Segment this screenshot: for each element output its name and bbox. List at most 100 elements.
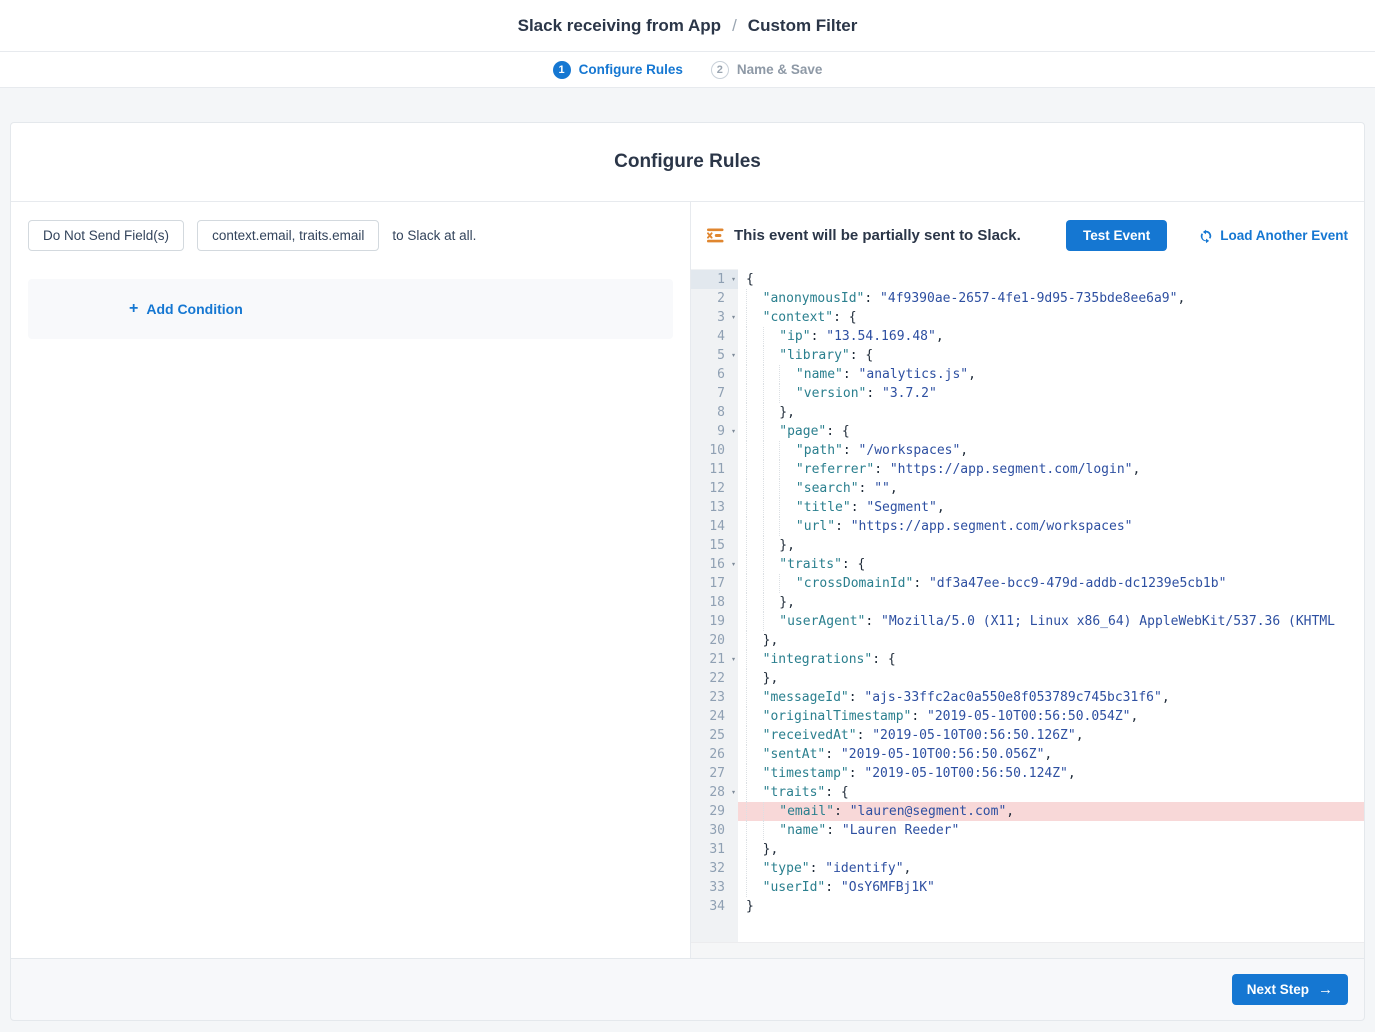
code-line: 6"name": "analytics.js", xyxy=(691,365,1364,384)
gutter-line-number: 12 xyxy=(691,479,738,498)
gutter-line-number: 9▾ xyxy=(691,422,738,441)
code-line: 31}, xyxy=(691,840,1364,859)
arrow-right-icon: → xyxy=(1318,982,1333,997)
code-editor[interactable]: 1▾{2"anonymousId": "4f9390ae-2657-4fe1-9… xyxy=(691,269,1364,959)
code-line: 21▾"integrations": { xyxy=(691,650,1364,669)
code-line: 33"userId": "OsY6MFBj1K" xyxy=(691,878,1364,897)
step-name-and-save[interactable]: 2 Name & Save xyxy=(711,61,823,79)
code-line-text: } xyxy=(738,897,1364,916)
code-line: 10"path": "/workspaces", xyxy=(691,441,1364,460)
code-line-text: "userId": "OsY6MFBj1K" xyxy=(738,878,1364,897)
code-line-text: { xyxy=(738,270,1364,289)
gutter-line-number: 34 xyxy=(691,897,738,916)
code-line-text: "sentAt": "2019-05-10T00:56:50.056Z", xyxy=(738,745,1364,764)
rule-fields-chip[interactable]: context.email, traits.email xyxy=(197,220,379,251)
code-line-text: "title": "Segment", xyxy=(738,498,1364,517)
plus-icon: + xyxy=(129,301,138,317)
code-line-text: }, xyxy=(738,536,1364,555)
rule-action-chip[interactable]: Do Not Send Field(s) xyxy=(28,220,184,251)
code-line: 14"url": "https://app.segment.com/worksp… xyxy=(691,517,1364,536)
fold-arrow-icon[interactable]: ▾ xyxy=(731,782,736,801)
load-another-event-link[interactable]: Load Another Event xyxy=(1199,228,1348,243)
gutter-line-number: 1▾ xyxy=(691,270,738,289)
fold-arrow-icon[interactable]: ▾ xyxy=(731,649,736,668)
code-line-text: }, xyxy=(738,593,1364,612)
code-line: 34} xyxy=(691,897,1364,916)
gutter-line-number: 23 xyxy=(691,688,738,707)
next-step-button[interactable]: Next Step → xyxy=(1232,974,1348,1005)
step-1-badge: 1 xyxy=(553,61,571,79)
code-line-text: "page": { xyxy=(738,422,1364,441)
add-condition-button[interactable]: + Add Condition xyxy=(28,279,673,339)
page-header: Slack receiving from App / Custom Filter xyxy=(0,0,1375,52)
gutter-line-number: 10 xyxy=(691,441,738,460)
event-header: This event will be partially sent to Sla… xyxy=(691,202,1364,269)
gutter-line-number: 8 xyxy=(691,403,738,422)
fold-arrow-icon[interactable]: ▾ xyxy=(731,554,736,573)
code-line: 28▾"traits": { xyxy=(691,783,1364,802)
rule-suffix-text: to Slack at all. xyxy=(392,228,476,243)
fold-arrow-icon[interactable]: ▾ xyxy=(731,345,736,364)
gutter-line-number: 6 xyxy=(691,365,738,384)
code-line: 25"receivedAt": "2019-05-10T00:56:50.126… xyxy=(691,726,1364,745)
gutter-line-number: 24 xyxy=(691,707,738,726)
configure-rules-card: Configure Rules Do Not Send Field(s) con… xyxy=(10,122,1365,958)
fold-arrow-icon[interactable]: ▾ xyxy=(731,421,736,440)
gutter-line-number: 27 xyxy=(691,764,738,783)
gutter-line-number: 13 xyxy=(691,498,738,517)
code-line-text: "search": "", xyxy=(738,479,1364,498)
code-line: 16▾"traits": { xyxy=(691,555,1364,574)
code-line-text: "traits": { xyxy=(738,555,1364,574)
code-line-text: }, xyxy=(738,669,1364,688)
gutter-line-number: 33 xyxy=(691,878,738,897)
code-line-text: "type": "identify", xyxy=(738,859,1364,878)
step-1-label: Configure Rules xyxy=(579,62,683,77)
code-line: 7"version": "3.7.2" xyxy=(691,384,1364,403)
code-line-text: "path": "/workspaces", xyxy=(738,441,1364,460)
rule-builder-panel: Do Not Send Field(s) context.email, trai… xyxy=(11,202,690,959)
code-line: 23"messageId": "ajs-33ffc2ac0a550e8f0537… xyxy=(691,688,1364,707)
gutter-line-number: 3▾ xyxy=(691,308,738,327)
code-line-text: "context": { xyxy=(738,308,1364,327)
code-line: 15}, xyxy=(691,536,1364,555)
code-line-text: "referrer": "https://app.segment.com/log… xyxy=(738,460,1364,479)
code-line-text: "traits": { xyxy=(738,783,1364,802)
code-line-text: "originalTimestamp": "2019-05-10T00:56:5… xyxy=(738,707,1364,726)
breadcrumb-primary: Slack receiving from App xyxy=(518,16,721,36)
code-line-text: }, xyxy=(738,403,1364,422)
code-line-text: "userAgent": "Mozilla/5.0 (X11; Linux x8… xyxy=(738,612,1364,631)
gutter-line-number: 25 xyxy=(691,726,738,745)
code-line: 11"referrer": "https://app.segment.com/l… xyxy=(691,460,1364,479)
gutter-line-number: 2 xyxy=(691,289,738,308)
gutter-line-number: 17 xyxy=(691,574,738,593)
fold-arrow-icon[interactable]: ▾ xyxy=(731,307,736,326)
code-line: 8}, xyxy=(691,403,1364,422)
gutter-line-number: 28▾ xyxy=(691,783,738,802)
step-2-badge: 2 xyxy=(711,61,729,79)
code-line-text: "receivedAt": "2019-05-10T00:56:50.126Z"… xyxy=(738,726,1364,745)
code-line-text: "crossDomainId": "df3a47ee-bcc9-479d-add… xyxy=(738,574,1364,593)
fold-arrow-icon[interactable]: ▾ xyxy=(731,269,736,288)
breadcrumb-divider: / xyxy=(732,16,737,36)
gutter-line-number: 14 xyxy=(691,517,738,536)
code-line-text: "ip": "13.54.169.48", xyxy=(738,327,1364,346)
gutter-line-number: 5▾ xyxy=(691,346,738,365)
code-line-text: "library": { xyxy=(738,346,1364,365)
code-lines: 1▾{2"anonymousId": "4f9390ae-2657-4fe1-9… xyxy=(691,270,1364,916)
test-event-button[interactable]: Test Event xyxy=(1066,220,1167,251)
event-preview-panel: This event will be partially sent to Sla… xyxy=(690,202,1364,959)
code-line-text: "name": "analytics.js", xyxy=(738,365,1364,384)
event-status-text: This event will be partially sent to Sla… xyxy=(734,227,1021,244)
card-title: Configure Rules xyxy=(11,123,1364,202)
code-line-text: "version": "3.7.2" xyxy=(738,384,1364,403)
gutter-line-number: 22 xyxy=(691,669,738,688)
gutter-line-number: 19 xyxy=(691,612,738,631)
step-configure-rules[interactable]: 1 Configure Rules xyxy=(553,61,683,79)
gutter-line-number: 11 xyxy=(691,460,738,479)
load-another-event-label: Load Another Event xyxy=(1220,228,1348,243)
code-line: 4"ip": "13.54.169.48", xyxy=(691,327,1364,346)
editor-hscrollbar[interactable] xyxy=(691,942,1364,959)
code-line: 9▾"page": { xyxy=(691,422,1364,441)
code-line: 17"crossDomainId": "df3a47ee-bcc9-479d-a… xyxy=(691,574,1364,593)
code-line: 26"sentAt": "2019-05-10T00:56:50.056Z", xyxy=(691,745,1364,764)
